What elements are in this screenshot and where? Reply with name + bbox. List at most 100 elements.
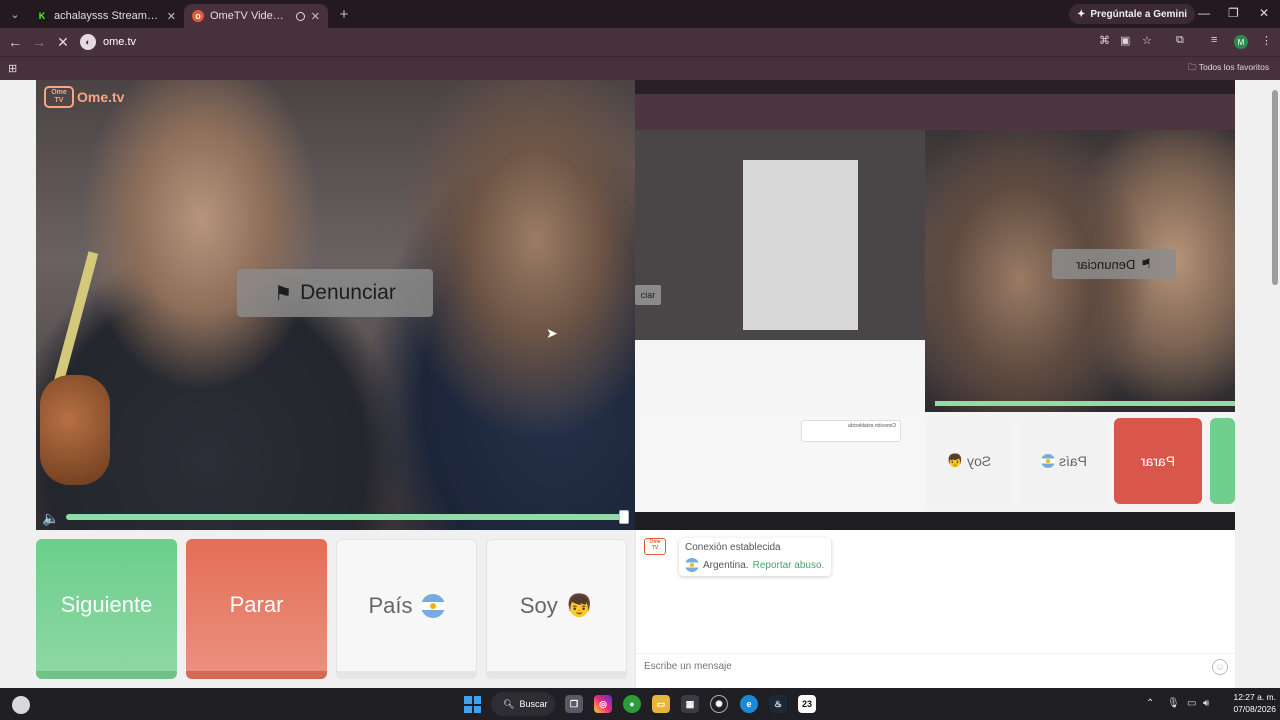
message-bar: ☺ [636,653,1236,679]
steam-icon[interactable]: ♨ [769,695,787,713]
all-bookmarks-label: Todos los favoritos [1198,62,1270,72]
remote-mirrored-taskbar [635,512,1235,530]
stop-button[interactable]: Parar [186,539,327,679]
kick-icon: K [36,10,48,22]
all-bookmarks-button[interactable]: 🗀 Todos los favoritos [1188,62,1269,76]
next-button[interactable]: Siguiente [36,539,177,679]
boy-emoji-icon: 👦 [565,592,594,618]
stop-loading-icon[interactable]: ✕ [51,34,75,51]
translate-icon[interactable]: ⌘ [1099,34,1110,47]
ometv-chat-icon: Ome TV [644,538,666,555]
gemini-icon: ✦ [1077,8,1086,20]
connection-text: Conexión establecida [685,542,781,553]
apps-grid-icon[interactable]: ⊞ [8,62,17,75]
volume-icon[interactable]: 🔈 [42,510,59,527]
mirrored-stop-label: Parar [1140,453,1176,469]
remote-mirrored-tabstrip [635,80,1235,94]
mirrored-country-button: País [1020,418,1108,504]
new-tab-button[interactable]: + [332,6,356,23]
gender-filter-button[interactable]: Soy 👦 [486,539,627,679]
country-text: Argentina. [703,559,749,571]
speaker-icon[interactable]: 🔊︎ [1203,698,1209,709]
system-message: Conexión establecida Argentina. Reportar… [679,538,831,576]
microphone-icon[interactable]: 🎙︎ [1167,698,1180,709]
chat-panel: Ome TV Conexión establecida Argentina. Re… [635,530,1236,688]
edge-icon[interactable]: e [740,695,758,713]
flag-icon: ⚑ [274,282,293,305]
message-input[interactable] [636,654,1212,679]
taskbar-search[interactable]: 🔍︎ Buscar [491,692,555,716]
widgets-icon[interactable] [12,696,30,714]
country-label: País [368,592,413,618]
gemini-button[interactable]: ✦ Pregúntale a Gemini [1069,4,1196,24]
tab-search-chevron-icon[interactable]: ⌄ [2,4,28,24]
site-info-icon[interactable]: ◐ [80,34,96,50]
report-button[interactable]: ⚑ Denunciar [237,269,433,317]
mini-report-button: ciar [635,285,661,305]
mirrored-stop-button: Parar [1114,418,1202,504]
maximize-icon[interactable]: ❐ [1228,6,1239,20]
recursive-chat [635,340,925,412]
search-icon: 🔍︎ [503,698,515,709]
ometv-icon: o [192,10,204,22]
mirrored-report-button: ⚑ Denunciar [1052,249,1176,279]
volume-slider-handle[interactable] [619,510,629,524]
date: 07/08/2026 [1233,704,1276,714]
file-explorer-icon[interactable]: ▭ [652,695,670,713]
instagram-icon[interactable]: ◎ [594,695,612,713]
reading-list-icon[interactable]: ≡ [1211,34,1217,46]
close-window-icon[interactable]: ✕ [1259,6,1269,20]
extensions-icon[interactable]: ⧉ [1176,34,1184,47]
mirrored-report-label: Denunciar [1076,256,1136,272]
store-icon[interactable]: ▦ [681,695,699,713]
tab-kick-stream[interactable]: K achalaysss Stream - Watch Live ✕ [28,4,184,28]
report-label: Denunciar [300,281,396,304]
emoji-icon[interactable]: ☺ [1212,658,1228,675]
bookmarks-bar: ⊞ 🗀 Todos los favoritos [0,56,1280,80]
menu-kebab-icon[interactable]: ⋮ [1261,34,1272,47]
clock[interactable]: 12:27 a. m. 07/08/2026 [1222,691,1276,715]
page-scrollbar[interactable] [1270,80,1280,688]
mouse-cursor-icon: ➤ [546,325,558,341]
address-bar[interactable]: ◐ ome.tv [80,31,1165,53]
scrollbar-thumb[interactable] [1272,90,1278,285]
back-icon[interactable]: ← [3,34,27,50]
tray-chevron-icon[interactable]: ⌃ [1146,698,1154,709]
network-icon[interactable]: ▭ [1187,698,1196,709]
local-video: Ome TV Ome.tv ⚑ Denunciar ➤ 🔈 [36,80,635,530]
volume-slider[interactable] [66,510,629,524]
bookmark-star-icon[interactable]: ☆ [1142,34,1152,47]
mirrored-next-button [1210,418,1235,504]
chrome-icon[interactable]: ● [623,695,641,713]
task-view-icon[interactable]: ❐ [565,695,583,713]
mirrored-connection-text: Conexión establecida [848,423,896,429]
remote-camera-feed: ⚑ Denunciar [925,130,1235,412]
app-badge[interactable]: 23 [798,695,816,713]
ometv-logo: Ome TV Ome.tv [44,86,124,108]
remote-mirrored-buttons: Soy 👦 País Parar [925,412,1235,512]
remote-mirrored-screen: ciar [635,130,925,412]
logo-text: Ome.tv [77,89,125,105]
boy-emoji-icon: 👦 [946,453,964,468]
time: 12:27 a. m. [1233,692,1276,702]
remote-mirrored-chat: Conexión establecida [635,412,925,512]
cast-icon[interactable]: ▣ [1120,34,1130,47]
url-text: ome.tv [103,36,137,48]
remote-mirrored-toolbar [635,94,1235,130]
ometv-page: Ome TV Ome.tv ⚑ Denunciar ➤ 🔈 ciar ⚑ Den… [0,80,1280,688]
report-abuse-link[interactable]: Reportar abuso. [753,560,825,571]
country-filter-button[interactable]: País [336,539,477,679]
next-label: Siguiente [60,592,153,617]
mate-cup [40,375,110,485]
chatgpt-icon[interactable]: ✺ [710,695,728,713]
forward-icon[interactable]: → [27,34,51,50]
tab-title: achalaysss Stream - Watch Live [54,10,161,22]
tab-ometv[interactable]: o OmeTV Video Chat — Ome ✕ [184,4,328,28]
close-tab-icon[interactable]: ✕ [167,10,176,23]
tv-icon: Ome TV [44,86,74,108]
windows-taskbar: 🔍︎ Buscar ❐ ◎ ● ▭ ▦ ✺ e ♨ 23 ⌃ 🎙︎ ▭ 🔊︎ 1… [0,688,1280,720]
close-tab-icon[interactable]: ✕ [311,10,320,23]
minimize-icon[interactable]: — [1198,6,1210,20]
start-button[interactable] [464,696,481,713]
profile-avatar[interactable]: M [1234,35,1248,49]
